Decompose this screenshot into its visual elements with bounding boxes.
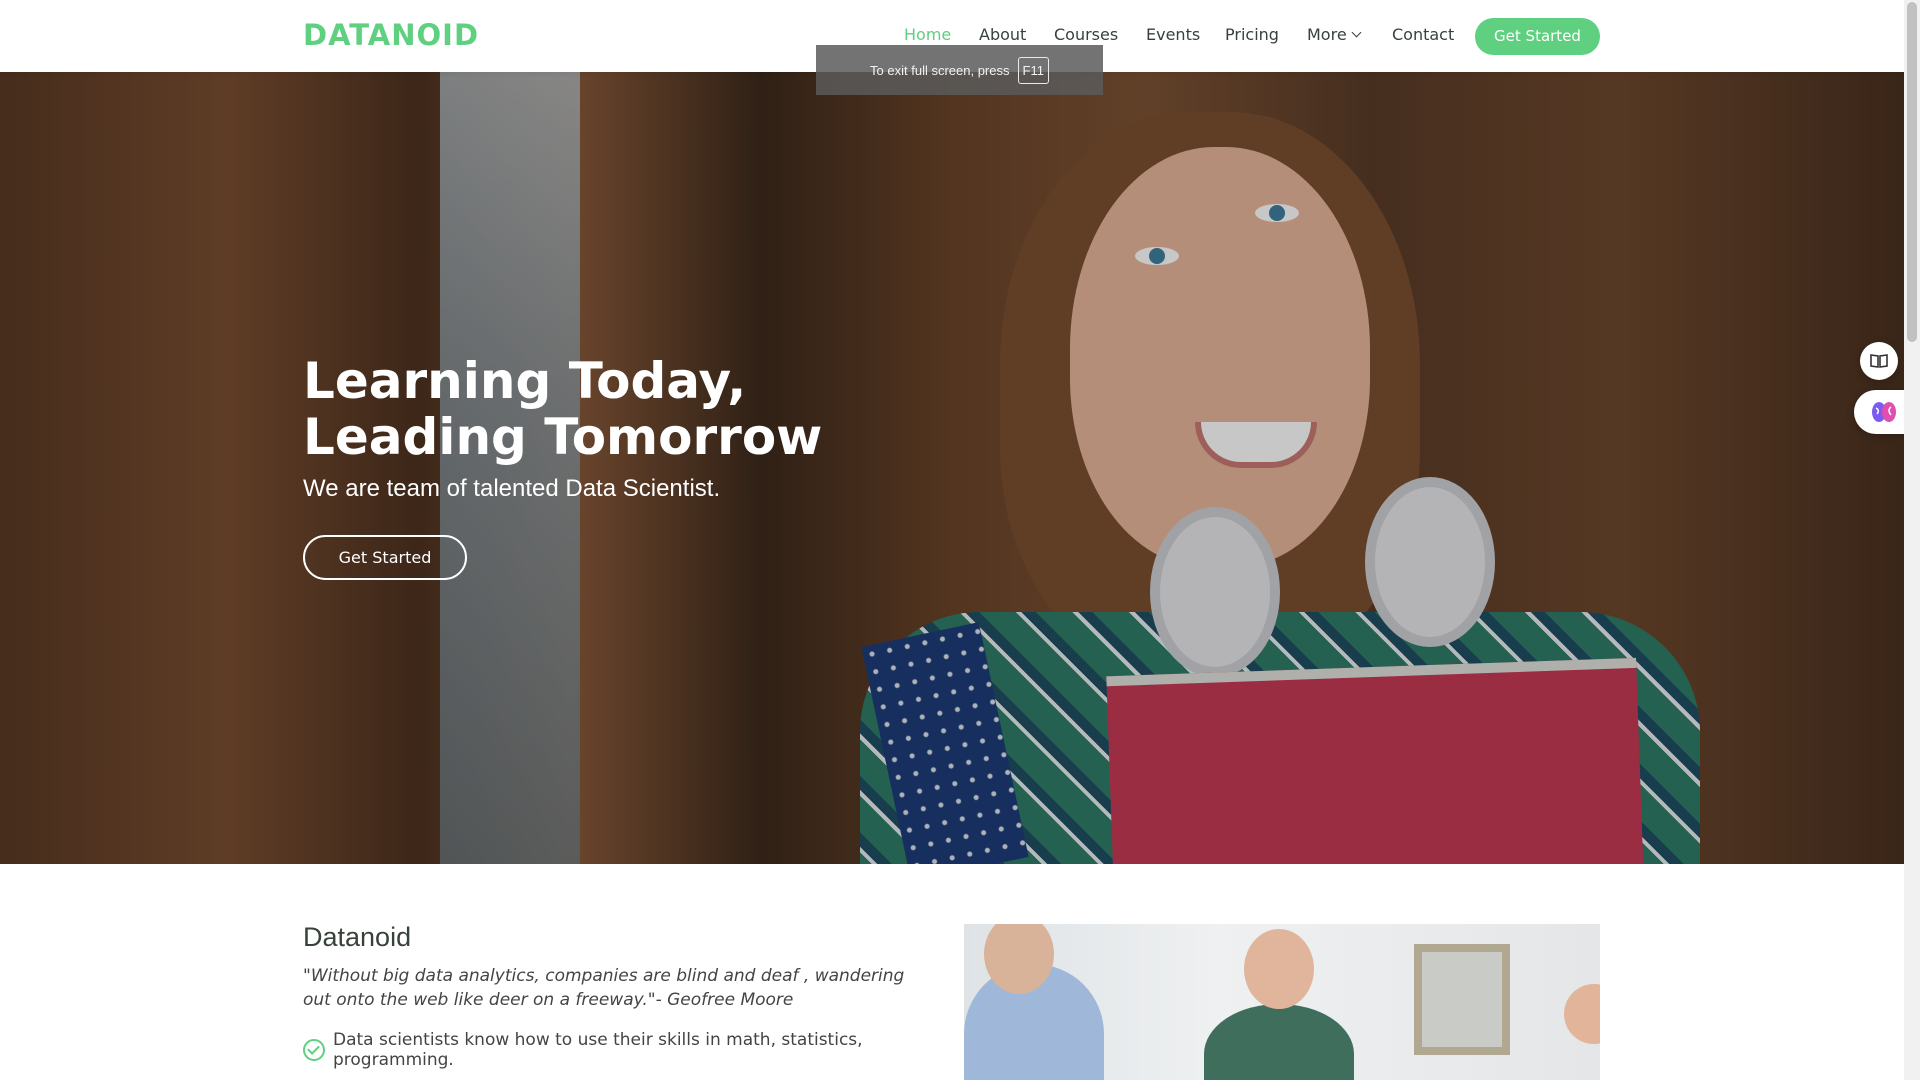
fullscreen-notice-text: To exit full screen, press	[870, 62, 1010, 78]
hero-section	[0, 72, 1904, 864]
nav-contact[interactable]: Contact	[1392, 25, 1454, 44]
chevron-down-icon	[1351, 27, 1362, 38]
image-wall-frame	[1414, 944, 1510, 1055]
hero-title-line-2: Leading Tomorrow	[303, 408, 823, 466]
about-quote: "Without big data analytics, companies a…	[303, 966, 905, 1010]
nav-courses[interactable]: Courses	[1054, 25, 1118, 44]
hero-get-started-button[interactable]: Get Started	[303, 535, 467, 580]
side-brain-button[interactable]	[1854, 390, 1904, 434]
fullscreen-key: F11	[1017, 56, 1049, 84]
brain-icon	[1872, 402, 1896, 422]
about-list: Data scientists know how to use their sk…	[303, 1030, 943, 1080]
nav-about[interactable]: About	[979, 25, 1026, 44]
hero-title-line-1: Learning Today,	[303, 352, 747, 410]
hero-title: Learning Today, Leading Tomorrow	[303, 353, 1003, 465]
page: DATANOID Home About Courses Events Prici…	[0, 0, 1904, 1080]
nav-pricing[interactable]: Pricing	[1225, 25, 1279, 44]
side-reader-button[interactable]	[1860, 342, 1898, 380]
about-team-image	[964, 924, 1600, 1080]
image-person-shirt	[1204, 1004, 1354, 1080]
nav-more-label: More	[1307, 25, 1347, 44]
about-title: Datanoid	[303, 922, 412, 952]
hero-overlay	[0, 72, 1904, 864]
about-item-text: Data scientists know how to use their sk…	[333, 1030, 863, 1070]
header-get-started-button[interactable]: Get Started	[1475, 18, 1600, 55]
image-person-face	[1564, 984, 1600, 1044]
hero-subtitle: We are team of talented Data Scientist.	[303, 475, 721, 502]
page-scrollbar[interactable]	[1904, 0, 1920, 1080]
fullscreen-notice: To exit full screen, press F11	[816, 45, 1103, 95]
image-person-face	[1244, 929, 1314, 1009]
scrollbar-thumb[interactable]	[1907, 2, 1917, 342]
nav-events[interactable]: Events	[1146, 25, 1200, 44]
book-icon	[1870, 354, 1888, 368]
nav-home[interactable]: Home	[904, 25, 951, 44]
check-circle-icon	[303, 1039, 325, 1061]
nav-more[interactable]: More	[1307, 25, 1362, 44]
list-item: Data scientists know how to use their sk…	[303, 1030, 943, 1070]
